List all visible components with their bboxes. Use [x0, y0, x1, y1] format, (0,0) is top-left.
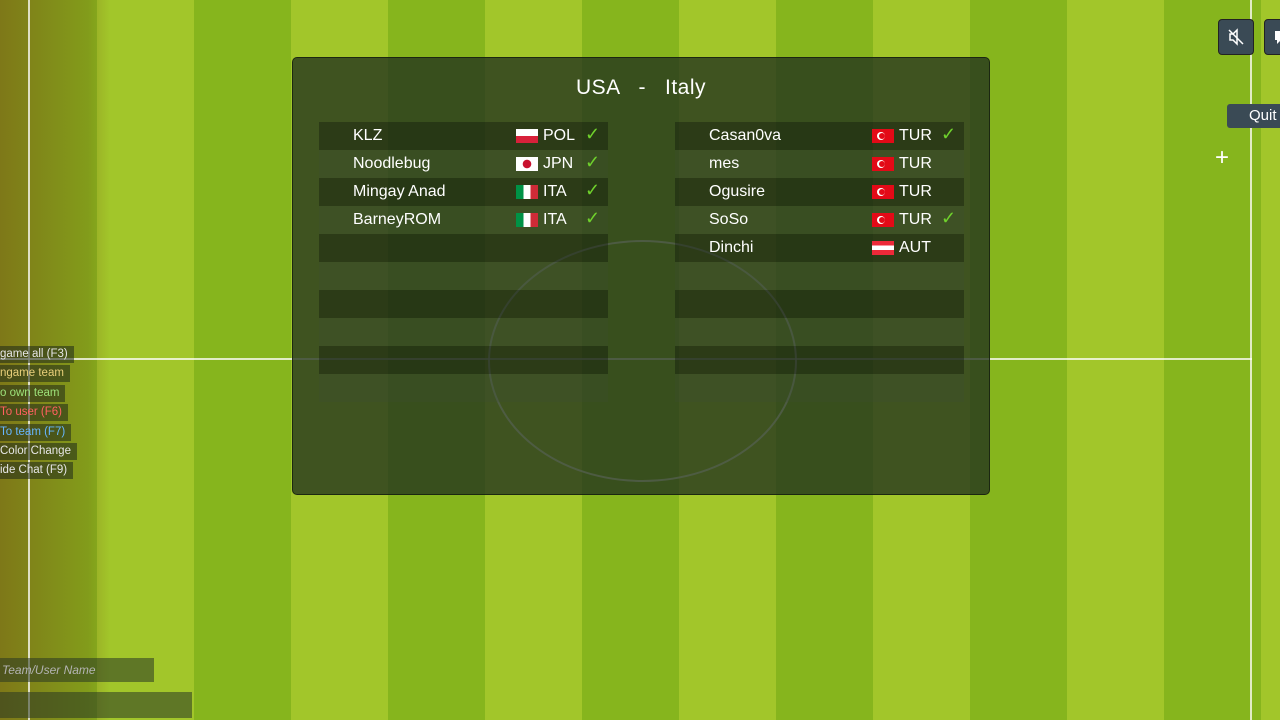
chat-option-to-team[interactable]: To team (F7) [0, 423, 72, 441]
ready-check-icon: ✓ [941, 208, 957, 228]
home-team-name: USA [575, 76, 620, 99]
player-name: Casan0va [709, 127, 782, 144]
player-name: Ogusire [709, 183, 766, 200]
country-code: AUT [899, 239, 931, 256]
player-name: BarneyROM [353, 211, 442, 228]
empty-slot [319, 234, 608, 262]
empty-slot [319, 290, 608, 318]
crosshair-icon: + [1215, 144, 1230, 171]
chat-option-ingame-team[interactable]: ngame team [0, 365, 70, 383]
quit-button[interactable]: Quit [1227, 104, 1280, 128]
empty-slot [319, 318, 608, 346]
away-player-list: Casan0va TUR ✓ mes TUR Ogusire TUR SoSo … [675, 122, 964, 402]
chat-option-own-team[interactable]: o own team [0, 384, 66, 402]
chat-message-input[interactable] [0, 692, 192, 718]
speech-bubble-icon [1275, 31, 1280, 44]
empty-slot [319, 346, 608, 374]
empty-slot [319, 262, 608, 290]
player-row[interactable]: mes TUR [675, 150, 964, 178]
ready-check-icon: ✓ [585, 124, 601, 144]
player-name: Mingay Anad [353, 183, 446, 200]
austria-flag-icon [872, 241, 894, 255]
turkey-flag-icon [872, 213, 894, 227]
empty-slot [319, 374, 608, 402]
title-separator: - [638, 76, 646, 99]
player-name: Noodlebug [353, 155, 431, 172]
poland-flag-icon [516, 129, 538, 143]
player-row[interactable]: Mingay Anad ITA ✓ [319, 178, 608, 206]
home-player-list: KLZ POL ✓ Noodlebug JPN ✓ Mingay Anad IT… [319, 122, 608, 402]
chat-button[interactable] [1264, 19, 1280, 55]
country-code: ITA [543, 183, 567, 200]
ready-check-icon: ✓ [585, 152, 601, 172]
player-row[interactable]: KLZ POL ✓ [319, 122, 608, 150]
ready-check-icon: ✓ [585, 208, 601, 228]
player-name: Dinchi [709, 239, 754, 256]
country-code: TUR [899, 127, 932, 144]
ready-check-icon: ✓ [585, 180, 601, 200]
player-row[interactable]: Ogusire TUR [675, 178, 964, 206]
chat-option-hide-chat[interactable]: ide Chat (F9) [0, 462, 74, 480]
lineup-panel: USA - Italy KLZ POL ✓ Noodlebug JPN ✓ Mi… [292, 57, 990, 495]
player-row[interactable]: SoSo TUR ✓ [675, 206, 964, 234]
player-name: mes [709, 155, 740, 172]
chat-option-all[interactable]: game all (F3) [0, 346, 74, 363]
chat-option-color-change[interactable]: Color Change [0, 442, 77, 460]
turkey-flag-icon [872, 157, 894, 171]
player-name: KLZ [353, 127, 383, 144]
country-code: ITA [543, 211, 567, 228]
match-title: USA - Italy [293, 76, 989, 100]
empty-slot [675, 318, 964, 346]
turkey-flag-icon [872, 129, 894, 143]
empty-slot [675, 374, 964, 402]
player-row[interactable]: BarneyROM ITA ✓ [319, 206, 608, 234]
country-code: POL [543, 127, 576, 144]
away-team-name: Italy [665, 76, 707, 99]
turkey-flag-icon [872, 185, 894, 199]
empty-slot [675, 346, 964, 374]
country-code: TUR [899, 211, 932, 228]
player-row[interactable]: Noodlebug JPN ✓ [319, 150, 608, 178]
empty-slot [675, 290, 964, 318]
country-code: TUR [899, 155, 932, 172]
team-user-search-input[interactable] [0, 658, 154, 682]
ready-check-icon: ✓ [941, 124, 957, 144]
italy-flag-icon [516, 213, 538, 227]
mute-button[interactable] [1218, 19, 1254, 55]
japan-flag-icon [516, 157, 538, 171]
player-row[interactable]: Dinchi AUT [675, 234, 964, 262]
country-code: JPN [543, 155, 574, 172]
speaker-muted-icon [1228, 28, 1244, 46]
empty-slot [675, 262, 964, 290]
country-code: TUR [899, 183, 932, 200]
chat-options: game all (F3) ngame team o own team To u… [0, 344, 77, 480]
italy-flag-icon [516, 185, 538, 199]
player-row[interactable]: Casan0va TUR ✓ [675, 122, 964, 150]
chat-option-to-user[interactable]: To user (F6) [0, 404, 68, 422]
player-name: SoSo [709, 211, 749, 228]
